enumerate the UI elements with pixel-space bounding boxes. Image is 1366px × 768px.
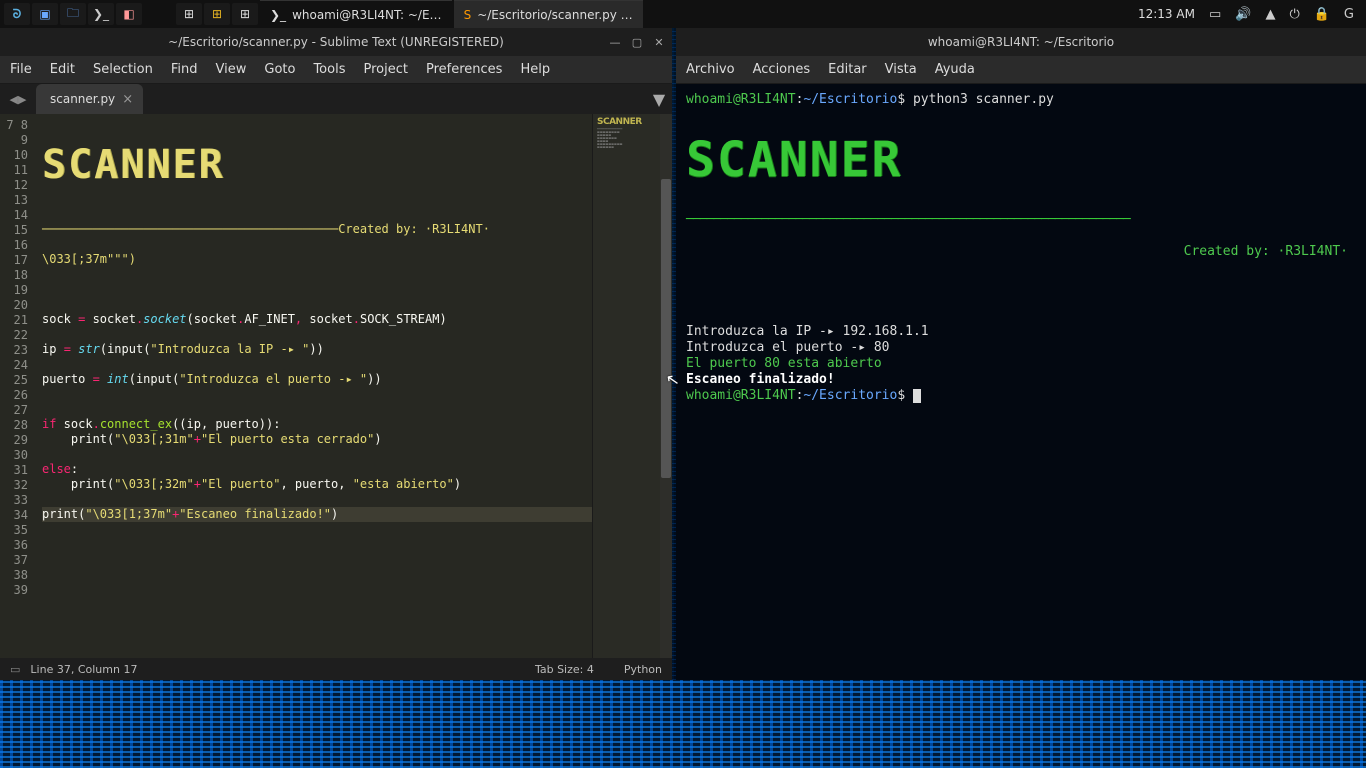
workspace-3-icon[interactable]: ⊞ <box>232 3 258 25</box>
term-out-ip: Introduzca la IP -▸ 192.168.1.1 <box>686 324 929 339</box>
taskbar-terminal[interactable]: ❯_ whoami@R3LI4NT: ~/E… <box>260 0 452 28</box>
term-out-port: Introduzca el puerto -▸ 80 <box>686 340 890 355</box>
menu-acciones[interactable]: Acciones <box>753 62 811 77</box>
tab-scanner[interactable]: scanner.py × <box>36 84 143 114</box>
kali-logo-icon[interactable]: ᘐ <box>4 3 30 25</box>
taskbar-sublime-label: ~/Escritorio/scanner.py … <box>477 8 632 22</box>
terminal-window: whoami@R3LI4NT: ~/Escritorio Archivo Acc… <box>676 28 1366 680</box>
taskbar-sublime[interactable]: S ~/Escritorio/scanner.py … <box>454 0 643 28</box>
term-out-done: Escaneo finalizado! <box>686 372 835 387</box>
volume-icon[interactable]: 🔊 <box>1235 7 1251 22</box>
terminal-menubar: Archivo Acciones Editar Vista Ayuda <box>676 56 1366 84</box>
terminal-icon[interactable]: ❯_ <box>88 3 114 25</box>
sublime-menubar: File Edit Selection Find View Goto Tools… <box>0 56 672 84</box>
scrollbar-thumb[interactable] <box>661 179 671 478</box>
workspace-1-icon[interactable]: ⊞ <box>176 3 202 25</box>
minimize-button[interactable]: — <box>608 36 622 49</box>
menu-file[interactable]: File <box>10 62 32 77</box>
menu-editar[interactable]: Editar <box>828 62 867 77</box>
tab-label: scanner.py <box>50 92 115 106</box>
terminal-body[interactable]: whoami@R3LI4NT:~/Escritorio$ python3 sca… <box>676 84 1366 680</box>
code-line-26: ip = str(input("Introduzca la IP -▸ ")) <box>42 342 324 356</box>
prompt-user-2: whoami@R3LI4NT <box>686 388 796 403</box>
menu-project[interactable]: Project <box>363 62 407 77</box>
tab-nav[interactable]: ◀▶ <box>0 84 36 114</box>
code-area[interactable]: SCANNER ────────────────────────────────… <box>34 114 592 658</box>
prompt-user: whoami@R3LI4NT <box>686 92 796 107</box>
menu-ayuda[interactable]: Ayuda <box>935 62 975 77</box>
menu-vista[interactable]: Vista <box>885 62 917 77</box>
menu-tools[interactable]: Tools <box>313 62 345 77</box>
code-line-20: \033[;37m""") <box>42 252 136 266</box>
close-button[interactable]: ✕ <box>652 36 666 49</box>
workspace-2-icon[interactable]: ⊞ <box>204 3 230 25</box>
ascii-credit: ────────────────────────────────────────… <box>42 222 490 236</box>
line-gutter: 7 8 9 10 11 12 13 14 15 16 17 18 19 20 2… <box>0 114 34 658</box>
sublime-window: ~/Escritorio/scanner.py - Sublime Text (… <box>0 28 672 680</box>
tab-close-icon[interactable]: × <box>122 92 133 107</box>
menu-goto[interactable]: Goto <box>264 62 295 77</box>
code-line-34: else: <box>42 462 78 476</box>
app-icon[interactable]: ◧ <box>116 3 142 25</box>
term-divider: ────────────────────────────────────────… <box>686 212 1130 227</box>
code-line-32: print("\033[;31m"+"El puerto esta cerrad… <box>42 432 382 446</box>
taskbar-terminal-label: whoami@R3LI4NT: ~/E… <box>292 8 442 22</box>
tab-bar: ◀▶ scanner.py × ▼ <box>0 84 672 114</box>
term-out-open: El puerto 80 esta abierto <box>686 356 882 371</box>
menu-edit[interactable]: Edit <box>50 62 75 77</box>
maximize-button[interactable]: ▢ <box>630 36 644 49</box>
tab-dropdown-icon[interactable]: ▼ <box>646 84 672 114</box>
command: python3 scanner.py <box>913 92 1054 107</box>
menu-view[interactable]: View <box>216 62 247 77</box>
code-line-31: if sock.connect_ex((ip, puerto)): <box>42 417 280 431</box>
terminal-titlebar[interactable]: whoami@R3LI4NT: ~/Escritorio <box>676 28 1366 56</box>
status-tabsize[interactable]: Tab Size: 4 <box>535 663 594 676</box>
sublime-task-icon: S <box>464 8 472 22</box>
status-console-icon[interactable]: ▭ <box>10 663 20 676</box>
menu-help[interactable]: Help <box>520 62 550 77</box>
power-icon[interactable]: ⏻ <box>1289 7 1299 22</box>
ascii-banner-green: SCANNER <box>686 140 1356 180</box>
sublime-title: ~/Escritorio/scanner.py - Sublime Text (… <box>168 35 504 49</box>
status-cursor: Line 37, Column 17 <box>30 663 137 676</box>
terminal-cursor <box>913 389 921 403</box>
code-line-24: sock = socket.socket(socket.AF_INET, soc… <box>42 312 447 326</box>
code-line-37: print("\033[1;37m"+"Escaneo finalizado!"… <box>42 507 592 522</box>
terminal-title: whoami@R3LI4NT: ~/Escritorio <box>928 35 1114 49</box>
prompt-path-2: ~/Escritorio <box>803 388 897 403</box>
menu-find[interactable]: Find <box>171 62 198 77</box>
network-icon[interactable]: G <box>1344 7 1354 22</box>
files-icon[interactable]: ▣ <box>32 3 58 25</box>
code-line-28: puerto = int(input("Introduzca el puerto… <box>42 372 382 386</box>
lock-icon[interactable]: 🔒 <box>1314 7 1330 22</box>
terminal-task-icon: ❯_ <box>270 8 286 22</box>
menu-selection[interactable]: Selection <box>93 62 153 77</box>
statusbar: ▭ Line 37, Column 17 Tab Size: 4 Python <box>0 658 672 680</box>
status-syntax[interactable]: Python <box>624 663 662 676</box>
prompt-path: ~/Escritorio <box>803 92 897 107</box>
clock[interactable]: 12:13 AM <box>1138 7 1195 21</box>
display-icon[interactable]: ▭ <box>1209 7 1221 22</box>
system-panel: ᘐ ▣ 🗀 ❯_ ◧ ⊞ ⊞ ⊞ ❯_ whoami@R3LI4NT: ~/E…… <box>0 0 1366 28</box>
menu-preferences[interactable]: Preferences <box>426 62 502 77</box>
menu-archivo[interactable]: Archivo <box>686 62 735 77</box>
code-line-35: print("\033[;32m"+"El puerto", puerto, "… <box>42 477 461 491</box>
editor[interactable]: 7 8 9 10 11 12 13 14 15 16 17 18 19 20 2… <box>0 114 672 658</box>
folder-icon[interactable]: 🗀 <box>60 3 86 25</box>
sublime-titlebar[interactable]: ~/Escritorio/scanner.py - Sublime Text (… <box>0 28 672 56</box>
term-credit: Created by: ·R3LI4NT· <box>1184 244 1348 259</box>
notification-icon[interactable]: ▲ <box>1265 7 1275 22</box>
